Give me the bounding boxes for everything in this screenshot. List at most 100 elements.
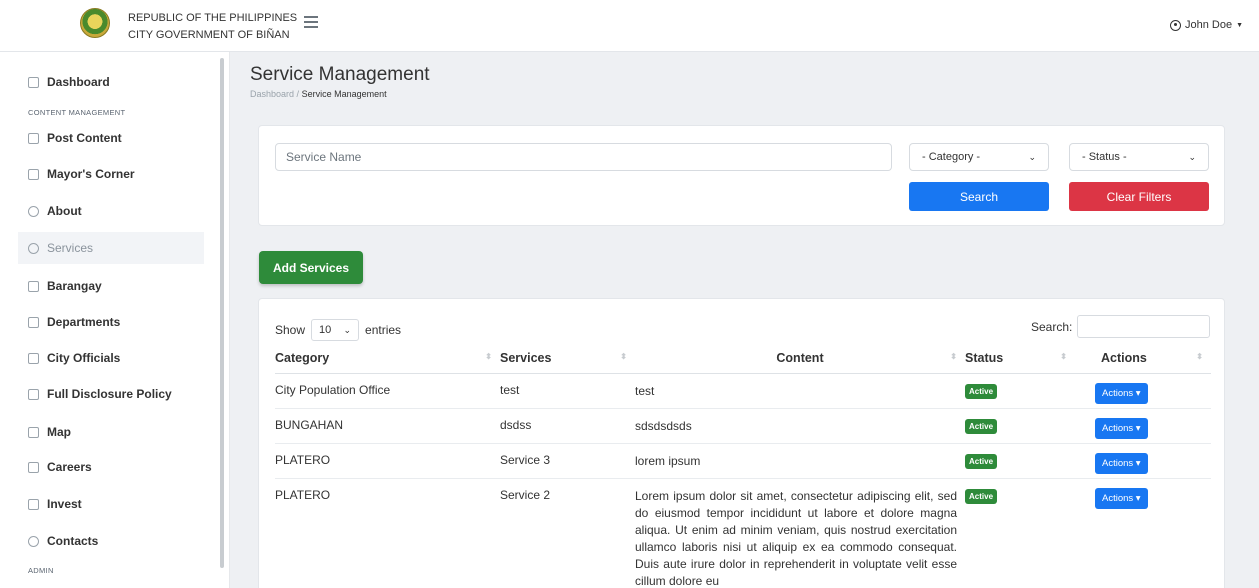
cell-category: PLATERO [275,478,500,588]
status-select[interactable]: - Status - ⌄ [1069,143,1209,171]
building-icon [28,316,39,328]
filter-card: - Category - ⌄ - Status - ⌄ Search Clear… [258,125,1225,226]
user-menu[interactable]: John Doe ▼ [1169,19,1243,31]
cell-category: PLATERO [275,443,500,479]
actions-label: Actions [1102,387,1134,399]
sidebar-item-label: Departments [47,315,121,329]
actions-dropdown-button[interactable]: Actions ▾ [1095,382,1148,404]
breadcrumb-home[interactable]: Dashboard [250,89,294,99]
column-header-services[interactable]: Services ⬍ [500,343,635,374]
column-label: Content [776,350,824,365]
chevron-down-icon: ⌄ [1028,151,1036,162]
sidebar-item-city-officials[interactable]: City Officials [18,342,204,374]
sidebar: Dashboard CONTENT MANAGEMENT Post Conten… [0,52,230,588]
sidebar-scrollbar[interactable] [220,58,224,568]
column-label: Actions [1101,350,1147,365]
sidebar-item-about[interactable]: About [18,195,204,227]
sidebar-item-departments[interactable]: Departments [18,306,204,338]
actions-label: Actions [1102,457,1134,469]
sidebar-item-label: Barangay [47,279,102,293]
sidebar-item-careers[interactable]: Careers [18,451,204,483]
search-button[interactable]: Search [909,182,1049,211]
sidebar-item-full-disclosure-policy[interactable]: Full Disclosure Policy [18,378,204,410]
actions-dropdown-button[interactable]: Actions ▾ [1095,487,1148,509]
sidebar-item-map[interactable]: Map [18,416,204,448]
briefcase-icon [28,461,39,473]
column-label: Status [965,350,1004,365]
cell-content: lorem ipsum [635,443,965,479]
sort-icon: ⬍ [1196,352,1203,361]
sidebar-item-dashboard[interactable]: Dashboard [18,66,204,98]
info-icon [28,205,39,217]
grid-icon [28,76,39,88]
clear-filters-button[interactable]: Clear Filters [1069,182,1209,211]
cell-content: Lorem ipsum dolor sit amet, consectetur … [635,478,965,588]
sidebar-item-label: About [47,204,82,218]
list-icon [28,388,39,400]
caret-down-icon: ▼ [1236,21,1243,29]
cell-content: sdsdsdsds [635,408,965,444]
column-header-status[interactable]: Status ⬍ [965,343,1075,374]
sidebar-item-invest[interactable]: Invest [18,488,204,520]
sidebar-item-post-content[interactable]: Post Content [18,122,204,154]
actions-dropdown-button[interactable]: Actions ▾ [1095,417,1148,439]
sidebar-item-label: City Officials [47,351,121,365]
sidebar-item-contacts[interactable]: Contacts [18,525,204,557]
table-row: PLATERO Service 2 Lorem ipsum dolor sit … [275,478,1211,588]
image-icon [28,132,39,144]
services-table-card: Show 10 ⌄ entries Search: Category ⬍ Serv… [258,298,1225,588]
status-badge: Active [965,488,998,504]
sort-icon: ⬍ [485,352,492,361]
entries-select-value: 10 [319,324,332,336]
table-search-input[interactable] [1077,315,1210,338]
sidebar-item-label: Contacts [47,534,99,548]
sidebar-item-mayors-corner[interactable]: Mayor's Corner [18,158,204,190]
person-icon [28,168,39,180]
sidebar-item-services[interactable]: Services [18,232,204,264]
breadcrumb: Dashboard / Service Management [250,89,387,99]
cell-category: City Population Office [275,373,500,409]
city-seal-logo[interactable] [80,8,110,38]
brand-text: REPUBLIC OF THE PHILIPPINES CITY GOVERNM… [128,10,297,44]
category-select[interactable]: - Category - ⌄ [909,143,1049,171]
people-icon [28,352,39,364]
chevron-down-icon: ⌄ [343,324,352,335]
actions-label: Actions [1102,422,1134,434]
add-services-button[interactable]: Add Services [259,251,363,284]
sidebar-item-label: Careers [47,460,92,474]
copy-icon [28,280,39,292]
cell-service: Service 3 [500,443,635,479]
section-admin: ADMIN [28,566,54,575]
status-select-value: - Status - [1082,151,1127,163]
page-title: Service Management [250,64,430,85]
entries-select[interactable]: 10 ⌄ [311,319,360,341]
cell-status: Active [965,443,1075,479]
map-icon [28,426,39,438]
top-navbar: REPUBLIC OF THE PHILIPPINES CITY GOVERNM… [0,0,1259,52]
check-circle-icon [28,242,39,254]
sidebar-item-label: Services [47,241,94,255]
actions-label: Actions [1102,492,1134,504]
section-content-management: CONTENT MANAGEMENT [28,108,126,117]
cash-icon [28,498,39,510]
cell-actions: Actions ▾ [1075,408,1211,444]
cell-status: Active [965,373,1075,409]
cell-service: Service 2 [500,478,635,588]
breadcrumb-separator: / [296,89,300,99]
column-header-category[interactable]: Category ⬍ [275,343,500,374]
sort-icon: ⬍ [950,352,957,361]
cell-actions: Actions ▾ [1075,478,1211,588]
status-badge: Active [965,418,998,434]
sidebar-item-barangay[interactable]: Barangay [18,270,204,302]
status-badge: Active [965,383,998,399]
service-name-input[interactable] [275,143,892,171]
menu-toggle-icon[interactable] [304,16,318,30]
column-label: Category [275,350,330,365]
cell-actions: Actions ▾ [1075,373,1211,409]
column-header-actions[interactable]: Actions ⬍ [1075,343,1211,374]
actions-dropdown-button[interactable]: Actions ▾ [1095,452,1148,474]
user-circle-icon [1169,19,1181,31]
column-header-content[interactable]: Content ⬍ [635,343,965,374]
cell-status: Active [965,408,1075,444]
column-label: Services [500,350,552,365]
